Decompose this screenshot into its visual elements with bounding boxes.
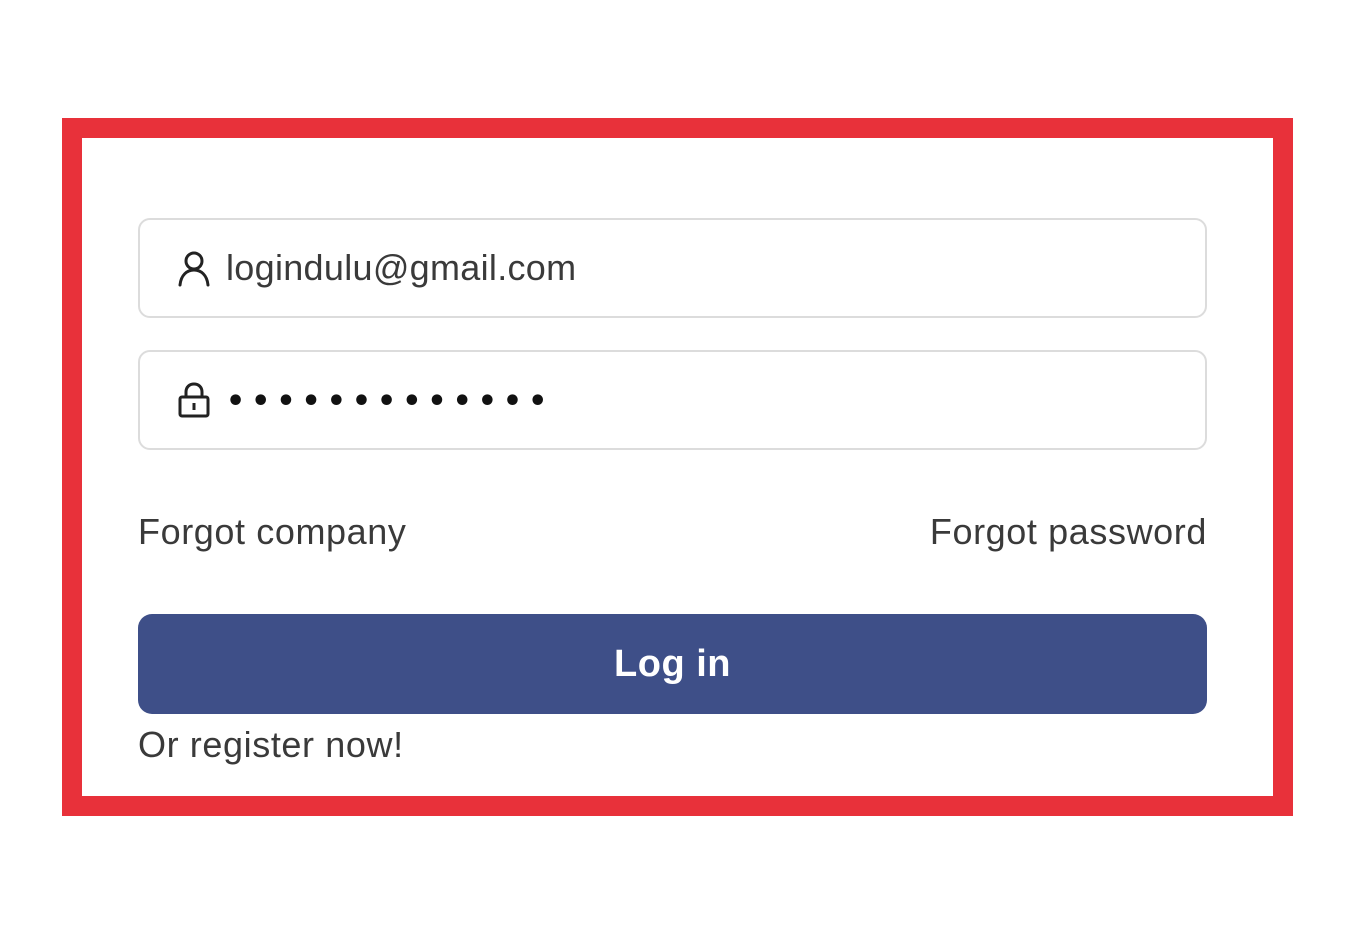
user-icon [176,248,212,288]
highlight-frame: logindulu@gmail.com ••••••••••••• Forgot… [62,118,1293,816]
login-form: logindulu@gmail.com ••••••••••••• Forgot… [138,218,1207,766]
lock-icon [176,380,212,420]
links-row: Forgot company Forgot password [138,510,1207,554]
username-value: logindulu@gmail.com [226,247,577,288]
password-value: ••••••••••••• [226,383,554,419]
login-button[interactable]: Log in [138,614,1207,714]
username-field[interactable]: logindulu@gmail.com [138,218,1207,318]
page: logindulu@gmail.com ••••••••••••• Forgot… [0,0,1351,942]
password-field[interactable]: ••••••••••••• [138,350,1207,450]
forgot-company-link[interactable]: Forgot company [138,511,407,553]
register-link[interactable]: Or register now! [138,724,1207,766]
forgot-password-link[interactable]: Forgot password [930,511,1207,553]
